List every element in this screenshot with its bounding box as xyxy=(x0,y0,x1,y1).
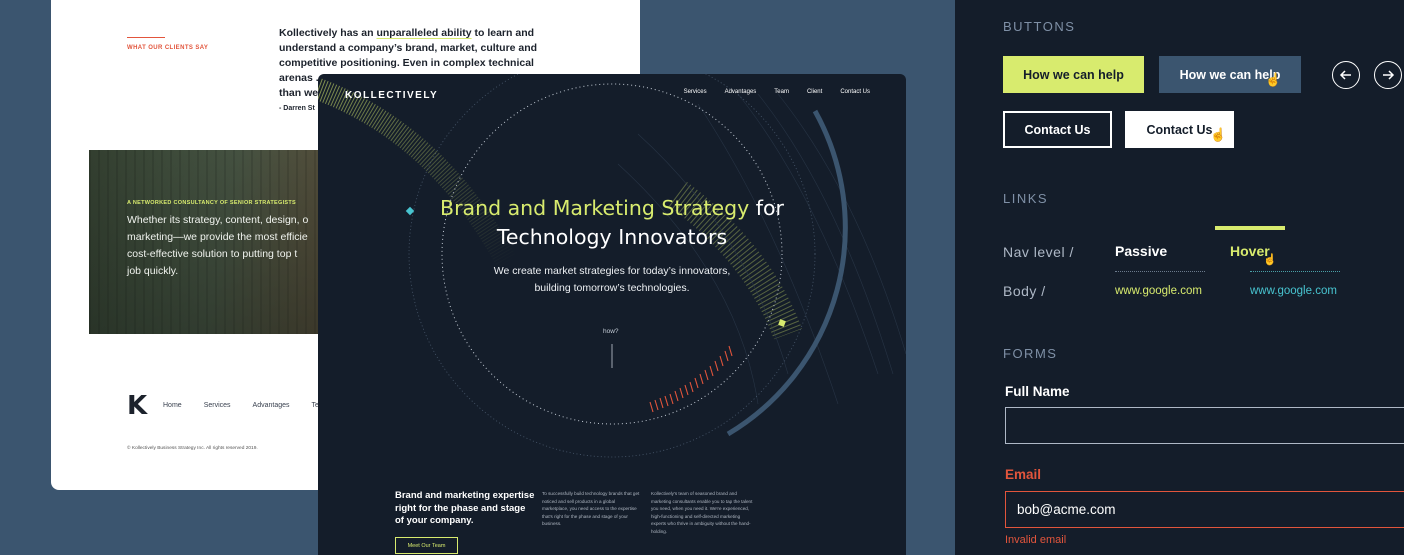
hero-subtitle: We create market strategies for today’s … xyxy=(318,263,906,297)
nav-team[interactable]: Team xyxy=(774,89,789,95)
full-name-label: Full Name xyxy=(1005,384,1070,399)
subtitle-line1: We create market strategies for today’s … xyxy=(493,265,731,277)
body-line: job quickly. xyxy=(127,265,179,277)
footer-logo[interactable]: K xyxy=(127,393,147,419)
buttons-heading: BUTTONS xyxy=(1003,19,1076,34)
feature-text-1: To successfully build technology brands … xyxy=(542,491,640,527)
forms-heading: FORMS xyxy=(1003,346,1058,361)
subtitle-line2: building tomorrow’s technologies. xyxy=(534,282,690,294)
full-name-input[interactable] xyxy=(1005,407,1404,444)
nav-link-passive[interactable]: Passive xyxy=(1115,243,1167,259)
headline-highlight: Brand and Marketing Strategy xyxy=(440,196,750,220)
nav-client[interactable]: Client xyxy=(807,89,822,95)
nav-level-label: Nav level / xyxy=(1003,244,1074,260)
nav-contact[interactable]: Contact Us xyxy=(840,89,870,95)
email-input[interactable]: bob@acme.com xyxy=(1005,491,1404,528)
body-link-hover[interactable]: www.google.com xyxy=(1250,285,1337,297)
passive-underline xyxy=(1115,271,1205,272)
body-line: marketing—we provide the most efficie xyxy=(127,231,308,243)
testimonial-author: - Darren St xyxy=(279,105,315,112)
top-nav: Services Advantages Team Client Contact … xyxy=(684,89,870,95)
arrow-right-icon[interactable] xyxy=(1374,61,1402,89)
quote-line: Kollectively has an unparalleled ability… xyxy=(279,27,535,39)
testimonial-eyebrow: WHAT OUR CLIENTS SAY xyxy=(127,45,209,51)
arrow-left-icon[interactable] xyxy=(1332,61,1360,89)
outline-button[interactable]: Contact Us xyxy=(1003,111,1112,148)
primary-button[interactable]: How we can help xyxy=(1003,56,1144,93)
meet-team-button[interactable]: Meet Our Team xyxy=(395,537,458,554)
feature-title: Brand and marketing expertise right for … xyxy=(395,490,535,526)
scroll-prompt[interactable]: how? xyxy=(603,328,619,335)
nav-advantages[interactable]: Advantages xyxy=(725,89,757,95)
headline-rest: for xyxy=(749,196,784,220)
hero-graphic xyxy=(318,74,906,458)
headline-line2: Technology Innovators xyxy=(496,225,728,249)
feature-text-2: Kollectively's team of seasoned brand an… xyxy=(651,491,753,534)
consultancy-body: Whether its strategy, content, design, o… xyxy=(127,212,347,280)
site-logo[interactable]: KOLLECTIVELY xyxy=(345,90,438,101)
body-line: Whether its strategy, content, design, o xyxy=(127,214,309,226)
links-heading: LINKS xyxy=(1003,191,1049,206)
hand-cursor-icon: ☝ xyxy=(1210,127,1227,142)
quote-line: understand a company’s brand, market, cu… xyxy=(279,42,538,54)
body-label: Body / xyxy=(1003,283,1046,299)
website-preview-dark: KOLLECTIVELY Services Advantages Team Cl… xyxy=(318,74,906,555)
footer-nav-home[interactable]: Home xyxy=(163,402,182,409)
hover-indicator-bar xyxy=(1215,226,1285,230)
styleguide-panel: BUTTONS How we can help How we can help … xyxy=(955,0,1404,555)
email-error: Invalid email xyxy=(1005,534,1067,546)
eyebrow-rule xyxy=(127,37,165,38)
hand-cursor-icon: ☝ xyxy=(1263,254,1277,266)
footer-nav-advantages[interactable]: Advantages xyxy=(253,402,290,409)
copyright: © Kollectively Business Strategy Inc. Al… xyxy=(127,446,258,451)
hero-headline: Brand and Marketing Strategy for Technol… xyxy=(318,194,906,252)
hand-cursor-icon: ☝ xyxy=(1265,72,1282,87)
body-line: cost-effective solution to putting top t xyxy=(127,248,298,260)
nav-services[interactable]: Services xyxy=(684,89,707,95)
footer-nav-services[interactable]: Services xyxy=(204,402,231,409)
body-link-passive[interactable]: www.google.com xyxy=(1115,285,1202,297)
consultancy-tag: A NETWORKED CONSULTANCY OF SENIOR STRATE… xyxy=(127,200,297,206)
quote-line: competitive positioning. Even in complex… xyxy=(279,57,534,69)
quote-underline: unparalleled ability xyxy=(376,27,472,39)
hover-underline xyxy=(1250,271,1340,272)
footer-nav: Home Services Advantages Te xyxy=(163,402,319,409)
email-label: Email xyxy=(1005,467,1042,482)
